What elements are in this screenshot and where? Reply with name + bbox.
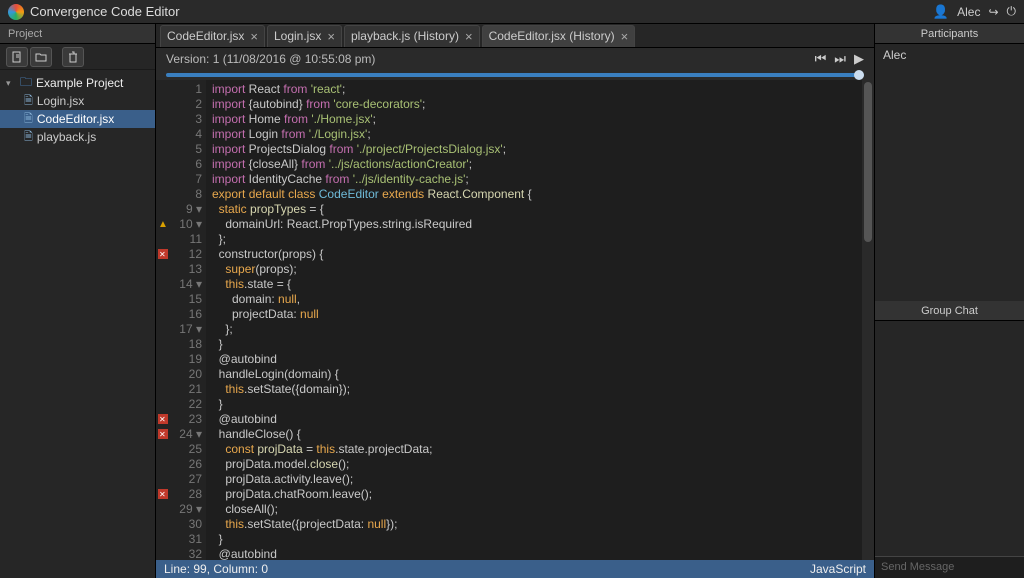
tree-file-item[interactable]: 🗎 CodeEditor.jsx <box>0 110 155 128</box>
editor-tab[interactable]: CodeEditor.jsx (History) × <box>482 25 636 47</box>
tab-close-icon[interactable]: × <box>250 29 258 44</box>
scrollbar[interactable] <box>862 80 874 560</box>
tabs-row: CodeEditor.jsx×Login.jsx×playback.js (Hi… <box>156 24 874 48</box>
tree-file-item[interactable]: 🗎 Login.jsx <box>0 92 155 110</box>
file-icon: 🗎 <box>24 110 33 129</box>
tab-label: playback.js (History) <box>351 29 459 43</box>
sidebar-header: Project <box>0 24 155 44</box>
skip-back-button[interactable]: ⏮ <box>815 51 827 67</box>
logout-icon[interactable]: ↪ <box>988 5 998 19</box>
file-name: Login.jsx <box>37 94 84 108</box>
tree-project-root[interactable]: ▾ 🗀 Example Project <box>0 74 155 92</box>
chat-body <box>875 321 1024 556</box>
user-name[interactable]: Alec <box>957 5 980 19</box>
line-gutter: 123456789 ▾10 ▾11121314 ▾151617 ▾1819202… <box>172 80 206 560</box>
code-content[interactable]: import React from 'react';import {autobi… <box>206 80 862 560</box>
language-mode[interactable]: JavaScript <box>810 562 866 576</box>
timeline-track <box>166 73 864 77</box>
editor-tab[interactable]: Login.jsx × <box>267 25 342 47</box>
cursor-position: Line: 99, Column: 0 <box>164 562 268 576</box>
participants-list: Alec <box>875 44 1024 66</box>
sidebar-toolbar <box>0 44 155 70</box>
participant-item[interactable]: Alec <box>883 48 1016 62</box>
power-icon[interactable]: ⏻ <box>1007 4 1017 19</box>
project-sidebar: Project ▾ 🗀 Example Project 🗎 Login.jsx 🗎 C… <box>0 24 156 578</box>
file-name: CodeEditor.jsx <box>37 112 114 126</box>
participants-header: Participants <box>875 24 1024 44</box>
delete-button[interactable] <box>62 47 84 67</box>
editor-tab[interactable]: playback.js (History) × <box>344 25 480 47</box>
chat-input[interactable]: Send Message <box>875 556 1024 578</box>
file-icon: 🗎 <box>24 92 33 111</box>
status-bar: Line: 99, Column: 0 JavaScript <box>156 560 874 578</box>
file-icon: 🗎 <box>24 128 33 147</box>
new-folder-button[interactable] <box>30 47 52 67</box>
skip-forward-button[interactable]: ⏭ <box>834 51 846 67</box>
app-title: Convergence Code Editor <box>30 4 933 19</box>
right-panel: Participants Alec Group Chat Send Messag… <box>874 24 1024 578</box>
folder-icon: 🗀 <box>20 73 32 94</box>
titlebar: Convergence Code Editor 👤 Alec ↪ ⏻ <box>0 0 1024 24</box>
project-name: Example Project <box>36 76 123 90</box>
new-file-button[interactable] <box>6 47 28 67</box>
user-area: 👤 Alec ↪ ⏻ <box>933 4 1016 20</box>
tab-label: Login.jsx <box>274 29 321 43</box>
file-tree: ▾ 🗀 Example Project 🗎 Login.jsx 🗎 CodeEdito… <box>0 70 155 150</box>
tab-label: CodeEditor.jsx <box>167 29 244 43</box>
version-bar: Version: 1 (11/08/2016 @ 10:55:08 pm) ⏮ … <box>156 48 874 70</box>
play-button[interactable]: ▶ <box>854 51 864 67</box>
caret-down-icon: ▾ <box>6 78 16 89</box>
chat-header: Group Chat <box>875 301 1024 321</box>
scroll-thumb[interactable] <box>864 82 872 242</box>
editor-area: CodeEditor.jsx×Login.jsx×playback.js (Hi… <box>156 24 874 578</box>
tab-close-icon[interactable]: × <box>465 29 473 44</box>
file-name: playback.js <box>37 130 96 144</box>
version-label: Version: 1 (11/08/2016 @ 10:55:08 pm) <box>166 52 375 66</box>
timeline-thumb[interactable] <box>854 70 864 80</box>
tree-file-item[interactable]: 🗎 playback.js <box>0 128 155 146</box>
user-icon: 👤 <box>933 4 949 20</box>
tab-label: CodeEditor.jsx (History) <box>489 29 615 43</box>
timeline[interactable] <box>156 70 874 80</box>
editor-tab[interactable]: CodeEditor.jsx × <box>160 25 265 47</box>
tab-close-icon[interactable]: × <box>327 29 335 44</box>
tab-close-icon[interactable]: × <box>621 29 629 44</box>
app-logo-icon <box>8 4 24 20</box>
code-editor[interactable]: 123456789 ▾10 ▾11121314 ▾151617 ▾1819202… <box>156 80 874 560</box>
